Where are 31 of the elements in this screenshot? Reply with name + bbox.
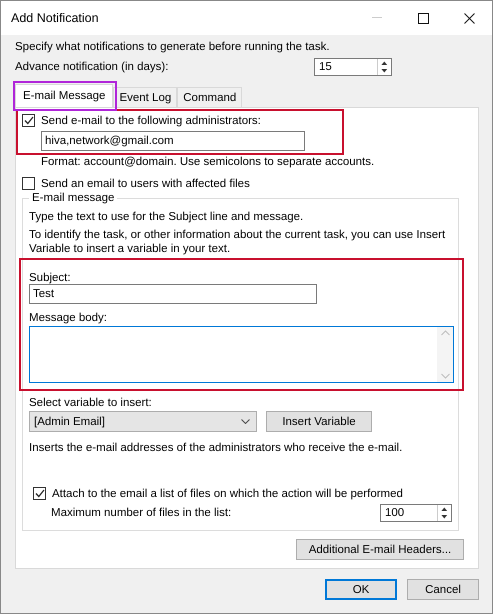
- tab[interactable]: E-mail Message: [15, 84, 114, 107]
- checkbox-label: Send e-mail to the following administrators:: [41, 114, 261, 126]
- maximize-icon[interactable]: [418, 12, 428, 24]
- instruction-text: Specify what notifications to generate before running the task.: [15, 41, 331, 53]
- field-label: Subject:: [29, 272, 72, 284]
- field-label: Maximum number of files in the list:: [51, 507, 232, 519]
- close-icon[interactable]: [464, 12, 474, 24]
- group-title: E-mail message: [31, 192, 116, 204]
- field-label: Select variable to insert:: [29, 397, 153, 409]
- variable-dropdown[interactable]: [Admin Email]: [29, 411, 257, 432]
- email-field[interactable]: hiva,network@gmail.com: [41, 131, 305, 151]
- dialog-button[interactable]: OK: [325, 579, 397, 600]
- caret-icon: [241, 419, 250, 424]
- description-text: Inserts the e-mail addresses of the administrators who receive the e-mail.: [29, 441, 404, 455]
- checkbox[interactable]: [22, 114, 35, 127]
- instruction-text: Type the text to use for the Subject line and message.: [29, 210, 304, 224]
- checkbox-label: Send an email to users with affected files: [41, 178, 250, 190]
- tab[interactable]: Event Log: [113, 87, 178, 107]
- checkbox[interactable]: [22, 177, 35, 190]
- additional-headers-button[interactable]: Additional E-mail Headers...: [296, 539, 464, 560]
- hint-text: Format: account@domain. Use semicolons to separate accounts.: [41, 155, 376, 169]
- tab[interactable]: Command: [177, 87, 242, 107]
- dialog-button[interactable]: Cancel: [407, 579, 479, 600]
- field-label: Message body:: [29, 312, 108, 324]
- checkbox-label: Attach to the email a list of files on which the action will be performed: [52, 488, 403, 500]
- window-title: Add Notification: [11, 11, 100, 25]
- field-label: Advance notification (in days):: [15, 61, 168, 73]
- instruction-text: To identify the task, or other information about the current task, you can use Insert Variable to insert a variable in your text.: [29, 228, 446, 256]
- subject-field[interactable]: Test: [29, 284, 317, 304]
- insert-variable-button[interactable]: Insert Variable: [266, 411, 372, 432]
- checkbox[interactable]: [33, 487, 46, 500]
